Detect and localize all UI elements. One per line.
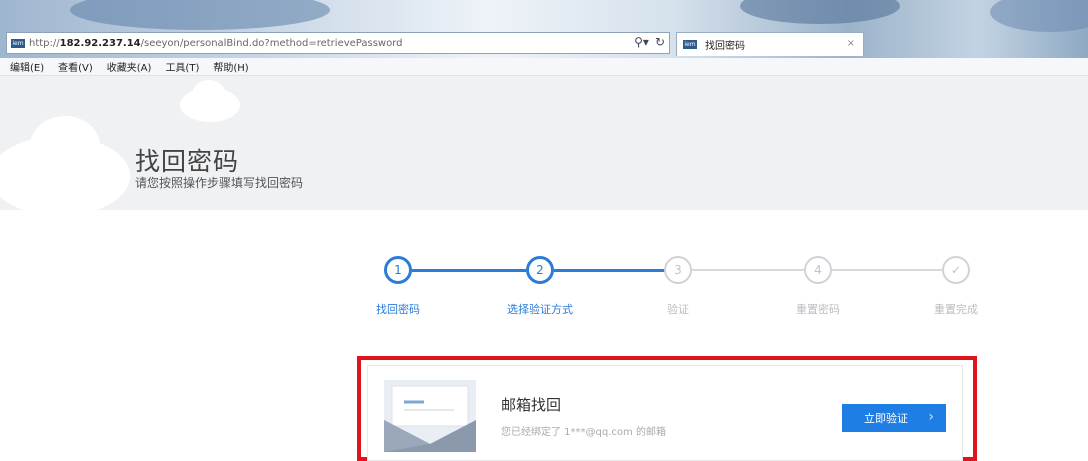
chevron-right-icon: ›: [928, 409, 934, 425]
step-3-label: 验证: [667, 303, 689, 316]
step-2-label: 选择验证方式: [507, 303, 573, 316]
step-3-circle: 3: [664, 256, 692, 284]
search-icon[interactable]: ⚲▾: [634, 35, 649, 49]
step-5-label: 重置完成: [934, 303, 978, 316]
step-connector: [554, 269, 666, 272]
step-1-circle: 1: [384, 256, 412, 284]
titlebar-decoration: [990, 0, 1088, 32]
close-tab-icon[interactable]: ×: [847, 38, 855, 49]
verify-now-button[interactable]: 立即验证 ›: [842, 404, 946, 432]
site-favicon-icon: iem: [11, 38, 25, 48]
cloud-decoration: [30, 116, 100, 176]
browser-tab[interactable]: iem 找回密码 ×: [676, 32, 864, 56]
progress-stepper: 1 2 3 4 ✓ 找回密码 选择验证方式 验证 重置密码 重置完成: [376, 252, 978, 322]
step-4-circle: 4: [804, 256, 832, 284]
email-recovery-card[interactable]: 邮箱找回 您已经绑定了 1***@qq.com 的邮箱 立即验证 ›: [367, 365, 963, 461]
card-title: 邮箱找回: [501, 396, 562, 414]
step-complete-check-icon: ✓: [942, 256, 970, 284]
step-1-label: 找回密码: [376, 303, 420, 316]
step-2-circle: 2: [526, 256, 554, 284]
step-connector: [412, 269, 526, 272]
step-4-label: 重置密码: [796, 303, 840, 316]
titlebar-decoration: [70, 0, 330, 30]
tab-favicon-icon: iem: [683, 40, 697, 49]
page-banner: 找回密码 请您按照操作步骤填写找回密码: [0, 76, 1088, 216]
titlebar-decoration: [740, 0, 900, 24]
menu-help[interactable]: 帮助(H): [213, 59, 248, 74]
menu-view[interactable]: 查看(V): [58, 59, 93, 74]
menu-edit[interactable]: 编辑(E): [10, 59, 44, 74]
refresh-icon[interactable]: ↻: [655, 35, 665, 49]
address-bar[interactable]: iem http://182.92.237.14/seeyon/personal…: [6, 32, 670, 54]
cloud-decoration: [192, 80, 226, 110]
step-connector: [692, 269, 804, 271]
card-description: 您已经绑定了 1***@qq.com 的邮箱: [501, 427, 666, 438]
envelope-icon: [384, 380, 476, 452]
menu-favorites[interactable]: 收藏夹(A): [107, 59, 152, 74]
page-subtitle: 请您按照操作步骤填写找回密码: [135, 176, 304, 190]
menu-bar: 编辑(E) 查看(V) 收藏夹(A) 工具(T) 帮助(H): [0, 58, 1088, 76]
url-text[interactable]: http://182.92.237.14/seeyon/personalBind…: [29, 38, 403, 49]
menu-tools[interactable]: 工具(T): [165, 59, 199, 74]
tab-title: 找回密码: [705, 41, 745, 52]
verify-now-label: 立即验证: [864, 412, 908, 425]
page-title: 找回密码: [135, 147, 240, 176]
browser-titlebar: iem http://182.92.237.14/seeyon/personal…: [0, 0, 1088, 58]
step-connector: [832, 269, 942, 271]
